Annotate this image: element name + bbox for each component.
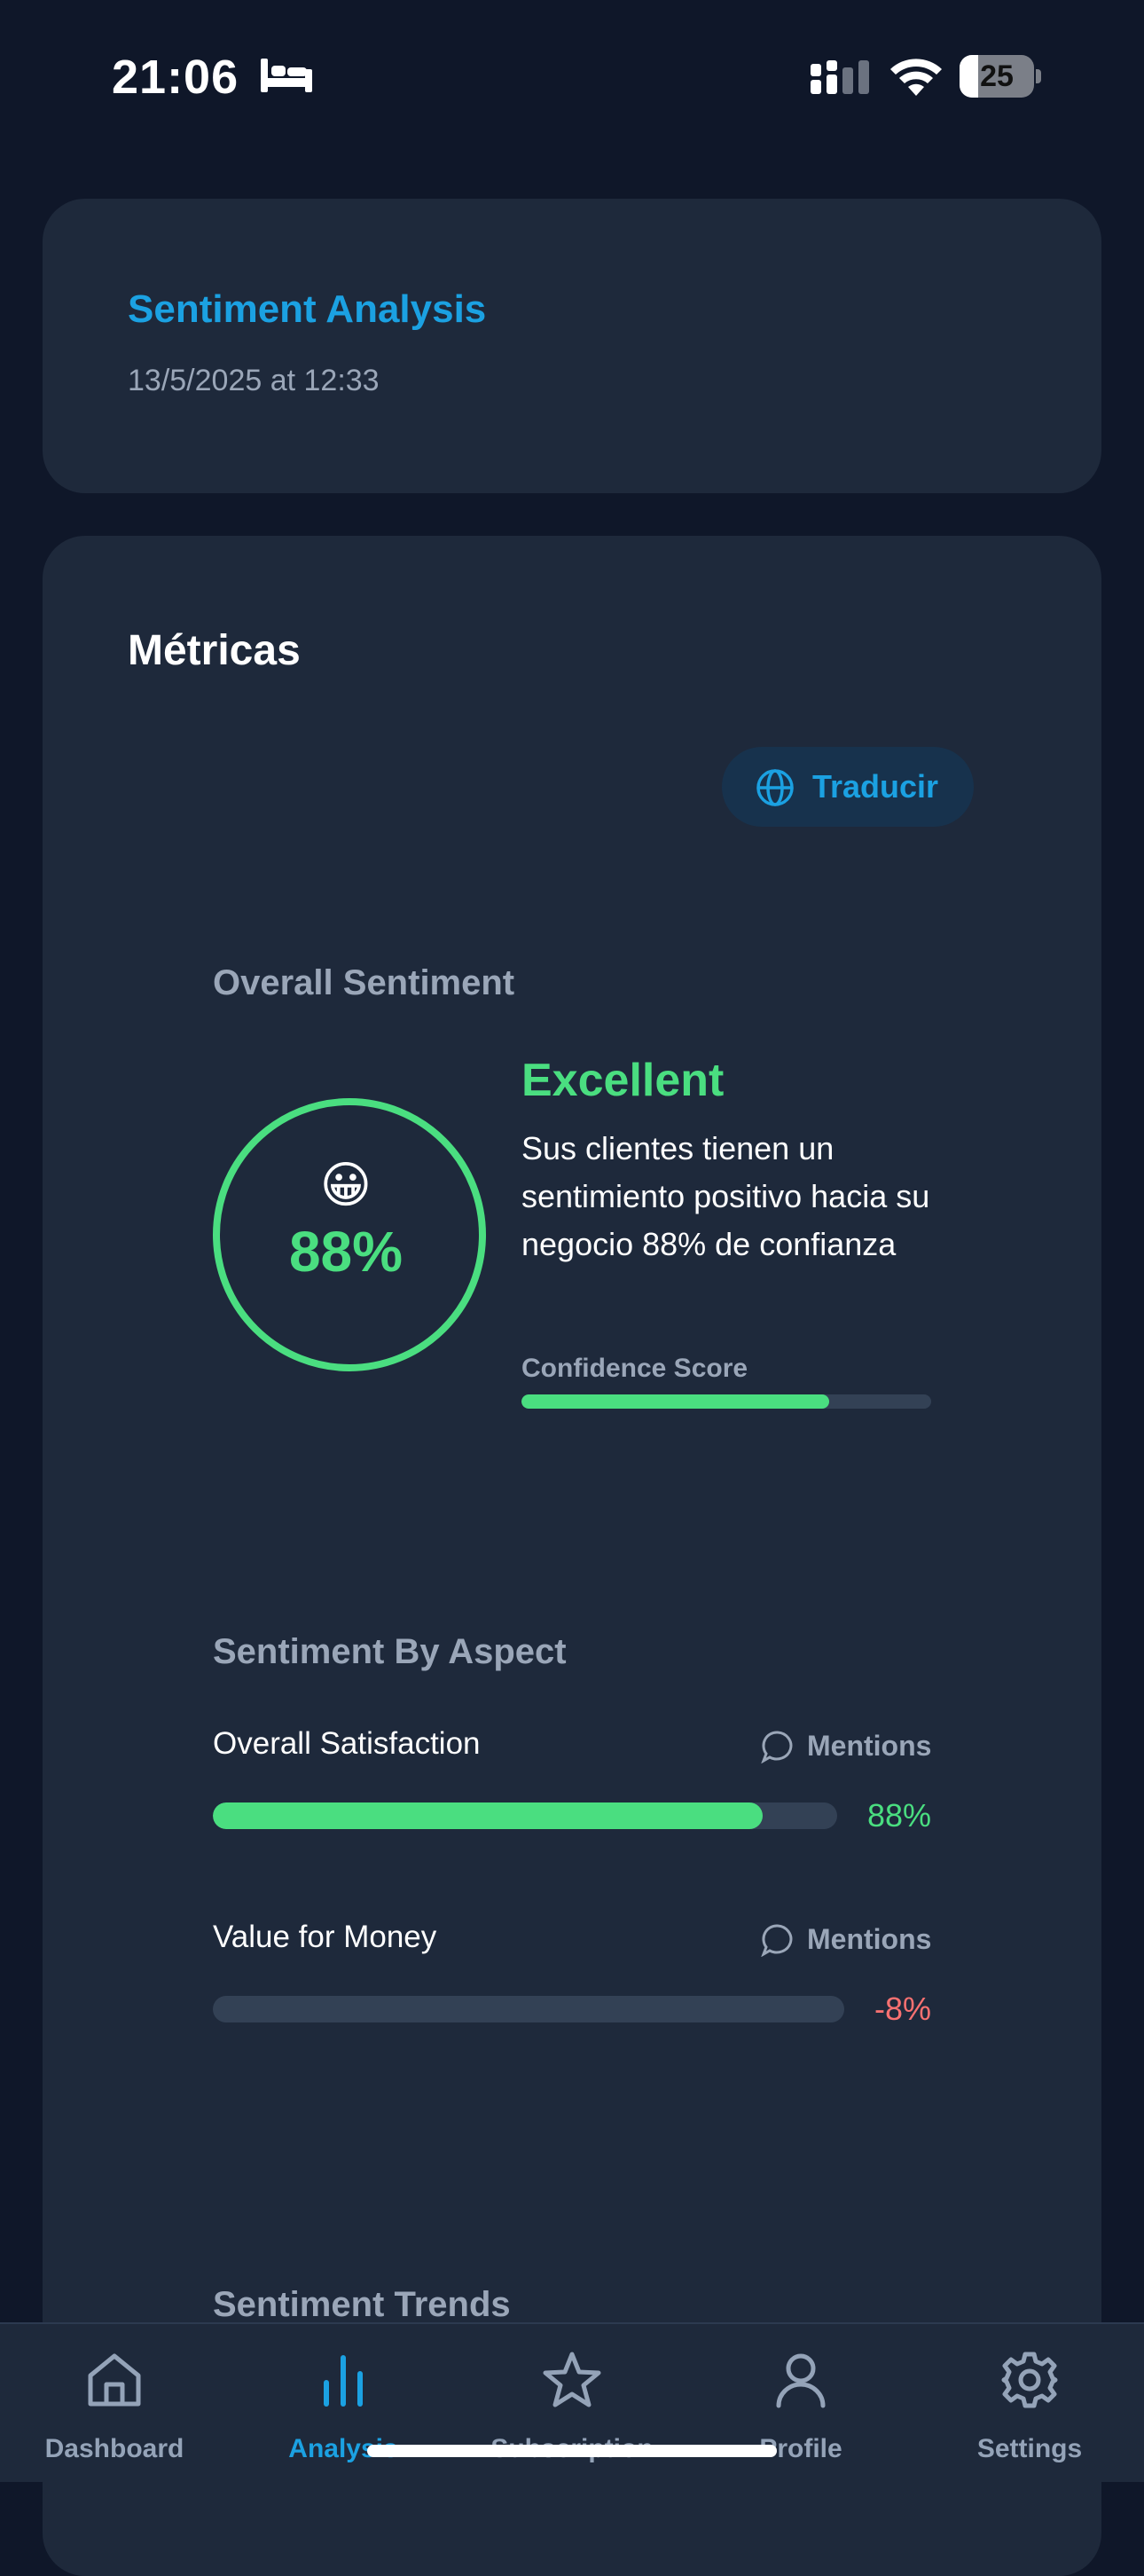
aspect-name: Overall Satisfaction — [213, 1726, 481, 1761]
gear-icon — [1001, 2352, 1058, 2408]
star-icon — [543, 2352, 601, 2407]
metrics-card: Métricas Traducir Overall Sentiment 😀 88… — [43, 536, 1101, 2576]
aspect-bar — [213, 1996, 844, 2022]
analysis-header-card: Sentiment Analysis 13/5/2025 at 12:33 — [43, 199, 1101, 493]
page-title: Sentiment Analysis — [128, 287, 487, 331]
sentiment-description: Sus clientes tienen un sentimiento posit… — [521, 1130, 930, 1262]
nav-item-analysis[interactable]: Analysis — [229, 2324, 458, 2482]
wifi-icon — [890, 59, 942, 96]
battery-icon: 25 — [960, 55, 1041, 98]
globe-icon — [756, 769, 794, 806]
analysis-date: 13/5/2025 at 12:33 — [128, 364, 380, 397]
overall-sentiment-label: Overall Sentiment — [213, 963, 515, 1002]
user-icon — [776, 2353, 826, 2408]
nav-label: Settings — [976, 2434, 1083, 2463]
nav-item-dashboard[interactable]: Dashboard — [0, 2324, 229, 2482]
bed-icon — [261, 59, 312, 92]
overall-score: 88% — [288, 1220, 404, 1284]
bar-chart-icon — [324, 2355, 363, 2407]
mentions-button[interactable]: Mentions — [761, 1920, 931, 1959]
sentiment-gauge: 😀 88% — [213, 1098, 486, 1371]
chat-bubble-icon — [761, 1924, 793, 1957]
aspect-name: Value for Money — [213, 1920, 437, 1954]
smile-emoji-icon: 😀 — [319, 1157, 372, 1213]
aspect-value: 88% — [866, 1797, 931, 1834]
sentiment-level: Excellent — [521, 1055, 725, 1106]
home-indicator — [367, 2445, 777, 2457]
nav-label: Dashboard — [44, 2434, 184, 2463]
nav-item-settings[interactable]: Settings — [915, 2324, 1144, 2482]
confidence-label: Confidence Score — [521, 1354, 748, 1383]
sentiment-by-aspect-label: Sentiment By Aspect — [213, 1632, 567, 1671]
chat-bubble-icon — [761, 1731, 793, 1763]
battery-level: 25 — [980, 59, 1014, 93]
mentions-button[interactable]: Mentions — [761, 1726, 931, 1765]
confidence-bar-fill — [521, 1394, 829, 1409]
signal-icon — [811, 60, 869, 94]
status-bar: 21:06 25 — [0, 0, 1144, 151]
mentions-label: Mentions — [807, 1730, 932, 1762]
confidence-bar — [521, 1394, 931, 1409]
metrics-title: Métricas — [128, 627, 301, 674]
status-time: 21:06 — [112, 51, 239, 104]
aspect-bar — [213, 1802, 837, 1829]
home-icon — [88, 2353, 141, 2407]
bottom-nav: Dashboard Analysis Subscription Profile … — [0, 2322, 1144, 2482]
aspect-value: -8% — [874, 1991, 931, 2027]
translate-button-label: Traducir — [812, 768, 939, 805]
aspect-bar-fill — [213, 1802, 763, 1829]
nav-item-profile[interactable]: Profile — [686, 2324, 915, 2482]
sentiment-trends-label: Sentiment Trends — [213, 2285, 511, 2324]
mentions-label: Mentions — [807, 1923, 932, 1955]
nav-item-subscription[interactable]: Subscription — [458, 2324, 686, 2482]
translate-button[interactable]: Traducir — [722, 747, 974, 827]
